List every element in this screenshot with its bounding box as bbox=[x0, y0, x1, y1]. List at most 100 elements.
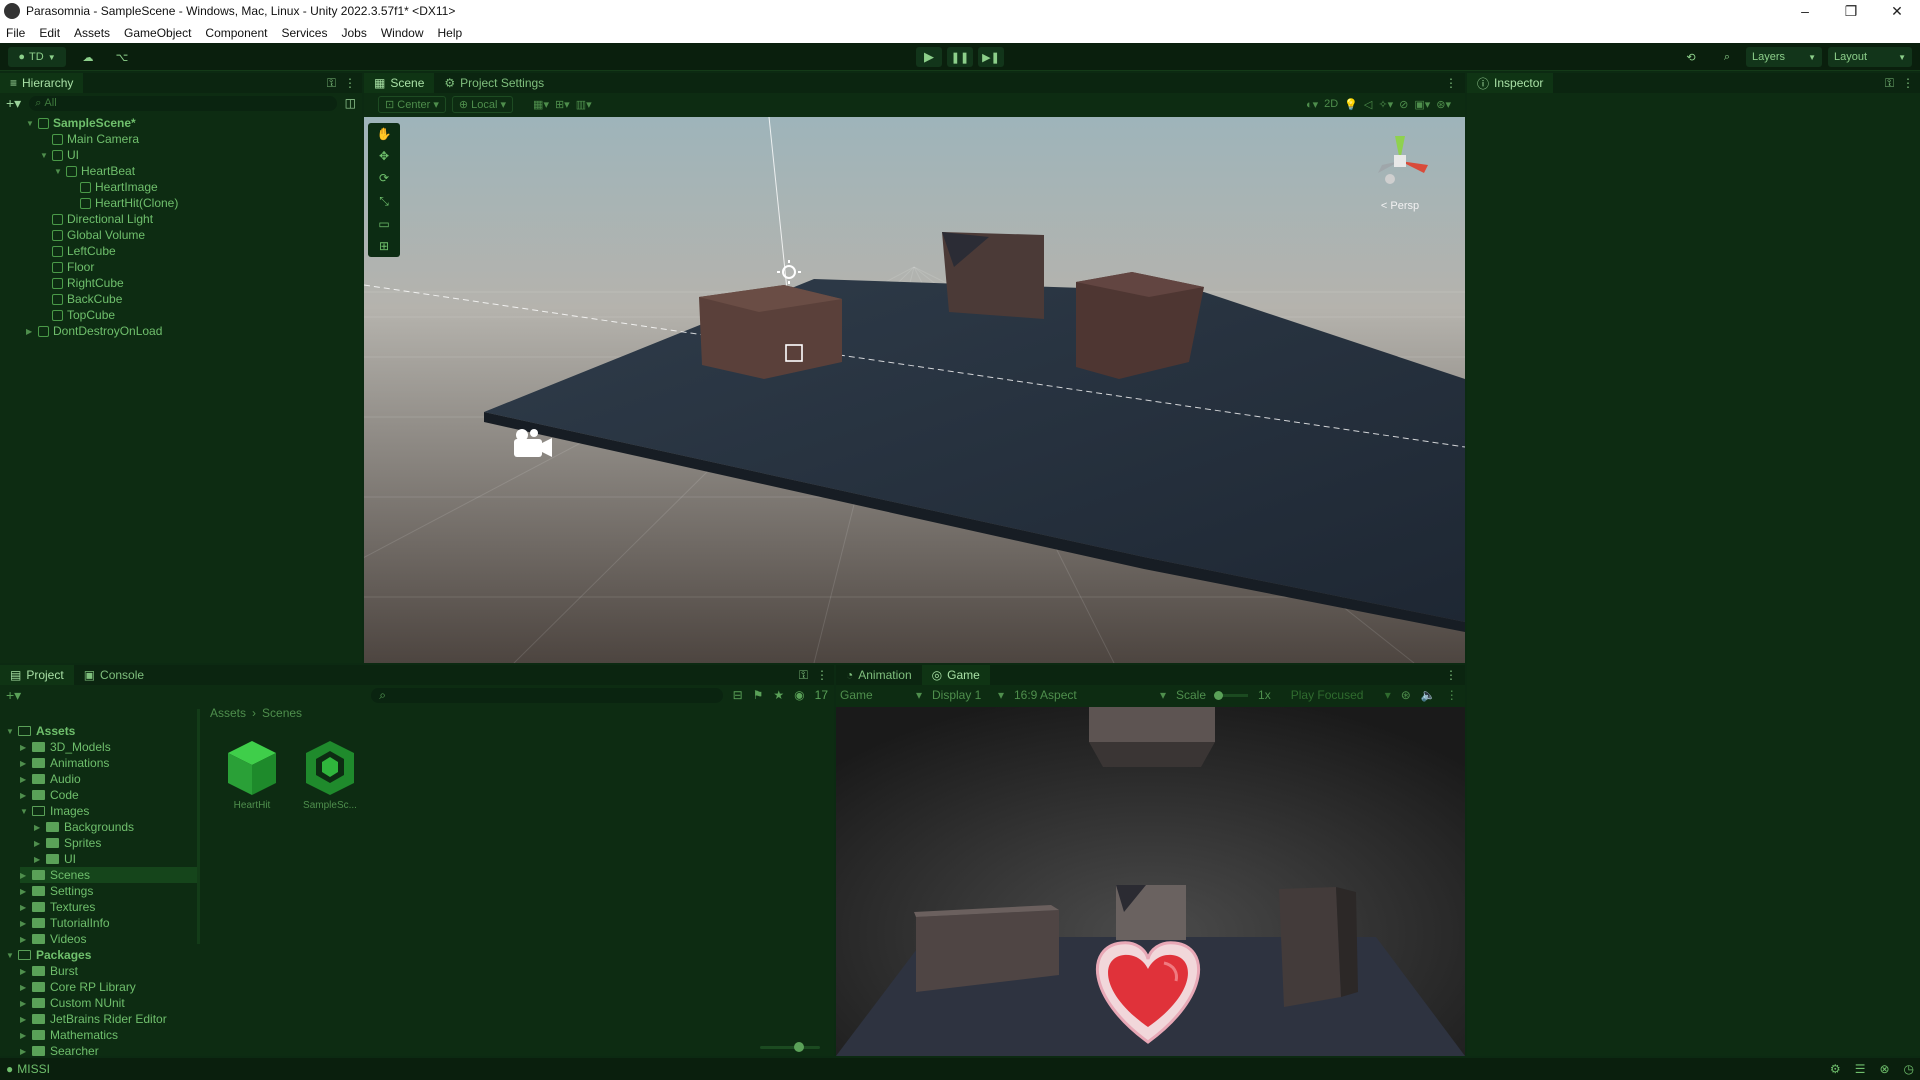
tab-inspector[interactable]: ⓘ Inspector bbox=[1467, 73, 1554, 93]
minimize-button[interactable]: – bbox=[1782, 3, 1828, 20]
stats-icon[interactable]: ⊛ bbox=[1401, 688, 1411, 702]
tree-scrollbar[interactable] bbox=[197, 709, 200, 944]
camera-settings-icon[interactable]: ▣▾ bbox=[1414, 98, 1430, 111]
shading-icon[interactable]: ◐▾ bbox=[1306, 98, 1318, 111]
history-icon[interactable]: ⟲ bbox=[1680, 47, 1702, 67]
collapse-arrow-icon[interactable]: ▶ bbox=[20, 871, 30, 880]
project-folder-item[interactable]: ▶ UI bbox=[34, 851, 76, 867]
menu-file[interactable]: File bbox=[6, 26, 25, 40]
more-icon[interactable]: ⋮ bbox=[344, 76, 356, 90]
add-icon[interactable]: +▾ bbox=[6, 687, 21, 704]
more-icon[interactable]: ⋮ bbox=[1902, 76, 1914, 90]
project-folder-item[interactable]: ▶ 3D_Models bbox=[20, 739, 111, 755]
tab-hierarchy[interactable]: ≡ Hierarchy bbox=[0, 73, 84, 93]
rotate-tool-icon[interactable]: ⟳ bbox=[379, 171, 389, 185]
hierarchy-item[interactable]: ▼ SampleScene* bbox=[26, 115, 136, 131]
search-icon[interactable]: ⌕ bbox=[1716, 47, 1738, 67]
account-dropdown[interactable]: ● TD ▼ bbox=[8, 47, 66, 67]
close-button[interactable]: ✕ bbox=[1874, 3, 1920, 20]
aspect-dropdown[interactable]: 16:9 Aspect ▾ bbox=[1014, 688, 1166, 702]
project-folder-item[interactable]: ▶ Audio bbox=[20, 771, 81, 787]
lock-icon[interactable]: ⚿ bbox=[799, 668, 808, 683]
more-icon[interactable]: ⋮ bbox=[1445, 76, 1457, 90]
project-search-input[interactable]: ⌕ bbox=[371, 687, 723, 703]
project-folder-item[interactable]: ▶ Textures bbox=[20, 899, 95, 915]
rect-tool-icon[interactable]: ▭ bbox=[378, 217, 389, 231]
mute-audio-icon[interactable]: 🔈 bbox=[1421, 688, 1436, 702]
tab-console[interactable]: ▣ Console bbox=[74, 665, 154, 685]
project-folder-item[interactable]: ▶ Core RP Library bbox=[20, 979, 136, 995]
hidden-objects-icon[interactable]: ⊘ bbox=[1399, 98, 1408, 111]
pivot-dropdown[interactable]: ⊡ Center ▾ bbox=[378, 95, 446, 113]
lighting-icon[interactable]: 💡 bbox=[1344, 98, 1358, 111]
breadcrumb-assets[interactable]: Assets bbox=[210, 706, 246, 720]
filter-label-icon[interactable]: ⚑ bbox=[753, 688, 764, 702]
step-button[interactable]: ▶❚ bbox=[978, 47, 1004, 67]
snap-icon[interactable]: ⊞▾ bbox=[555, 98, 570, 111]
project-folder-item[interactable]: ▶ JetBrains Rider Editor bbox=[20, 1011, 167, 1027]
maximize-button[interactable]: ❐ bbox=[1828, 3, 1874, 20]
scale-slider[interactable] bbox=[1214, 690, 1249, 700]
collapse-arrow-icon[interactable]: ▶ bbox=[20, 903, 30, 912]
collab-icon[interactable]: ⌥ bbox=[110, 47, 134, 67]
more-icon[interactable]: ⋮ bbox=[1446, 688, 1458, 702]
lock-icon[interactable]: ⚿ bbox=[327, 76, 336, 91]
hierarchy-item[interactable]: HeartHit(Clone) bbox=[68, 195, 178, 211]
space-dropdown[interactable]: ⊕ Local ▾ bbox=[451, 95, 514, 113]
mode-2d-toggle[interactable]: 2D bbox=[1324, 98, 1338, 110]
game-viewport[interactable] bbox=[836, 707, 1465, 1056]
project-folder-item[interactable]: ▼ Assets bbox=[6, 723, 75, 739]
more-icon[interactable]: ⋮ bbox=[816, 668, 828, 682]
layout-dropdown[interactable]: Layout ▼ bbox=[1828, 47, 1912, 67]
hierarchy-item[interactable]: HeartImage bbox=[68, 179, 158, 195]
expand-arrow-icon[interactable]: ▼ bbox=[20, 807, 30, 816]
asset-samplescene[interactable]: SampleSc... bbox=[298, 737, 362, 811]
collapse-arrow-icon[interactable]: ▶ bbox=[20, 1031, 30, 1040]
hierarchy-item[interactable]: Floor bbox=[40, 259, 94, 275]
status-text[interactable]: MISSI bbox=[17, 1062, 50, 1076]
project-folder-item[interactable]: ▶ Videos bbox=[20, 931, 86, 947]
menu-assets[interactable]: Assets bbox=[74, 26, 110, 40]
menu-component[interactable]: Component bbox=[205, 26, 267, 40]
debug-icon[interactable]: ⚙ bbox=[1830, 1062, 1841, 1076]
hierarchy-item[interactable]: ▶ DontDestroyOnLoad bbox=[26, 323, 162, 339]
project-folder-item[interactable]: ▶ Searcher bbox=[20, 1043, 99, 1059]
project-folder-item[interactable]: ▶ Mathematics bbox=[20, 1027, 118, 1043]
play-button[interactable]: ▶ bbox=[916, 47, 942, 67]
effects-icon[interactable]: ✧▾ bbox=[1378, 98, 1393, 111]
hierarchy-item[interactable]: RightCube bbox=[40, 275, 124, 291]
increment-icon[interactable]: ▥▾ bbox=[576, 98, 592, 111]
persp-label[interactable]: < Persp bbox=[1350, 200, 1450, 212]
collapse-arrow-icon[interactable]: ▶ bbox=[34, 823, 44, 832]
play-focused-dropdown[interactable]: Play Focused ▾ bbox=[1291, 688, 1391, 702]
gizmos-icon[interactable]: ⊛▾ bbox=[1436, 98, 1451, 111]
cloud-icon[interactable]: ☁ bbox=[76, 47, 100, 67]
icon-size-slider[interactable] bbox=[760, 1046, 820, 1049]
collapse-arrow-icon[interactable]: ▶ bbox=[20, 759, 30, 768]
hierarchy-item[interactable]: BackCube bbox=[40, 291, 122, 307]
cache-icon[interactable]: ⊗ bbox=[1879, 1062, 1889, 1076]
project-folder-item[interactable]: ▶ TutorialInfo bbox=[20, 915, 110, 931]
hierarchy-item[interactable]: Global Volume bbox=[40, 227, 145, 243]
collapse-arrow-icon[interactable]: ▶ bbox=[20, 791, 30, 800]
move-tool-icon[interactable]: ✥ bbox=[379, 149, 389, 163]
hierarchy-item[interactable]: ▼ HeartBeat bbox=[54, 163, 135, 179]
collapse-arrow-icon[interactable]: ▶ bbox=[20, 775, 30, 784]
collapse-arrow-icon[interactable]: ▶ bbox=[20, 999, 30, 1008]
project-folder-item[interactable]: ▶ Custom NUnit bbox=[20, 995, 125, 1011]
scene-viewport[interactable]: ✋ ✥ ⟳ ⤡ ▭ ⊞ < Persp bbox=[364, 117, 1465, 663]
layers-dropdown[interactable]: Layers ▼ bbox=[1746, 47, 1822, 67]
project-folder-item[interactable]: ▶ Burst bbox=[20, 963, 78, 979]
project-folder-item[interactable]: ▶ Backgrounds bbox=[34, 819, 134, 835]
scale-tool-icon[interactable]: ⤡ bbox=[379, 194, 389, 209]
tab-project[interactable]: ▤ Project bbox=[0, 665, 74, 685]
collapse-arrow-icon[interactable]: ▶ bbox=[20, 743, 30, 752]
hierarchy-item[interactable]: Directional Light bbox=[40, 211, 153, 227]
menu-window[interactable]: Window bbox=[381, 26, 424, 40]
project-folder-item[interactable]: ▶ Scenes bbox=[20, 867, 200, 883]
menu-gameobject[interactable]: GameObject bbox=[124, 26, 191, 40]
collapse-arrow-icon[interactable]: ▶ bbox=[20, 967, 30, 976]
hierarchy-item[interactable]: TopCube bbox=[40, 307, 115, 323]
expand-arrow-icon[interactable]: ▼ bbox=[6, 951, 16, 960]
hierarchy-search-input[interactable]: ⌕ All bbox=[29, 95, 337, 111]
